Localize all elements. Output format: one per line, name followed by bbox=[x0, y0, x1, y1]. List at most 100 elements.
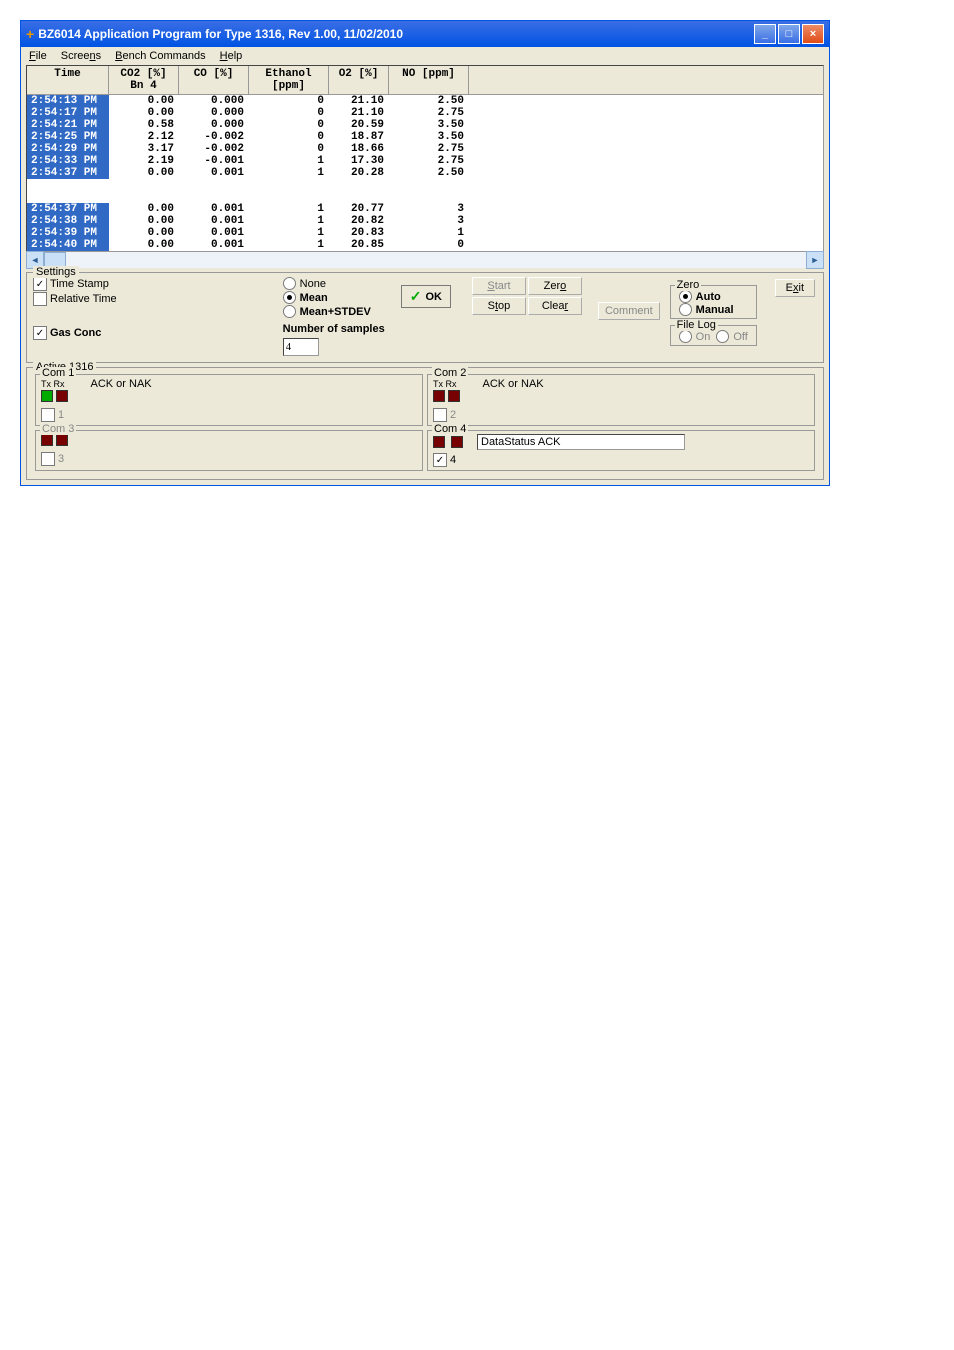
menu-file[interactable]: File bbox=[26, 49, 50, 63]
table-row: 2:54:40 PM0.000.001120.850 bbox=[27, 239, 823, 251]
radio-none[interactable] bbox=[283, 277, 296, 290]
cell-no: 2.75 bbox=[389, 155, 469, 167]
cell-eth: 1 bbox=[249, 215, 329, 227]
radio-on[interactable] bbox=[679, 330, 692, 343]
cell-time: 2:54:37 PM bbox=[27, 203, 109, 215]
com3-enable-checkbox[interactable] bbox=[41, 452, 55, 466]
cell-eth: 1 bbox=[249, 239, 329, 251]
stop-button[interactable]: Stop bbox=[472, 297, 526, 315]
cell-no: 2.50 bbox=[389, 95, 469, 107]
com3-rx-led bbox=[56, 434, 68, 446]
radio-auto[interactable] bbox=[679, 290, 692, 303]
col-no: NO [ppm] bbox=[389, 66, 469, 94]
cell-co: 0.001 bbox=[179, 167, 249, 179]
com1-enable-checkbox[interactable] bbox=[41, 408, 55, 422]
cell-time: 2:54:38 PM bbox=[27, 215, 109, 227]
cell-no: 2.50 bbox=[389, 167, 469, 179]
cell-o2: 18.87 bbox=[329, 131, 389, 143]
cell-co: 0.001 bbox=[179, 203, 249, 215]
com2-enable-checkbox[interactable] bbox=[433, 408, 447, 422]
cell-time: 2:54:13 PM bbox=[27, 95, 109, 107]
timestamp-checkbox[interactable] bbox=[33, 277, 47, 291]
cell-no: 1 bbox=[389, 227, 469, 239]
table-row: 2:54:21 PM0.580.000020.593.50 bbox=[27, 119, 823, 131]
titlebar: BZ6014 Application Program for Type 1316… bbox=[21, 21, 829, 47]
radio-off[interactable] bbox=[716, 330, 729, 343]
table-row: 2:54:37 PM0.000.001120.773 bbox=[27, 203, 823, 215]
cell-time: 2:54:21 PM bbox=[27, 119, 109, 131]
cell-eth: 0 bbox=[249, 131, 329, 143]
cell-o2: 20.77 bbox=[329, 203, 389, 215]
cell-eth: 0 bbox=[249, 95, 329, 107]
cell-no: 3.50 bbox=[389, 119, 469, 131]
table-row: 2:54:17 PM0.000.000021.102.75 bbox=[27, 107, 823, 119]
scroll-right-button[interactable]: ► bbox=[806, 251, 824, 269]
menu-bench[interactable]: Bench Commands bbox=[112, 49, 209, 63]
radio-mean[interactable] bbox=[283, 291, 296, 304]
window-title: BZ6014 Application Program for Type 1316… bbox=[38, 27, 403, 41]
menubar: File Screens Bench Commands Help bbox=[21, 47, 829, 65]
maximize-button[interactable]: □ bbox=[778, 24, 800, 44]
cell-co2: 3.17 bbox=[109, 143, 179, 155]
grid-header: Time CO2 [%]Bn 4 CO [%] Ethanol [ppm] O2… bbox=[27, 66, 823, 95]
com4-panel: Com 4 4 bbox=[427, 430, 815, 471]
cell-o2: 21.10 bbox=[329, 95, 389, 107]
reltime-label: Relative Time bbox=[50, 293, 117, 305]
cell-eth: 1 bbox=[249, 155, 329, 167]
cell-eth: 0 bbox=[249, 107, 329, 119]
cell-time: 2:54:17 PM bbox=[27, 107, 109, 119]
cell-no: 2.75 bbox=[389, 143, 469, 155]
ok-button[interactable]: OK bbox=[401, 285, 451, 308]
cell-co2: 0.00 bbox=[109, 203, 179, 215]
cell-co: 0.001 bbox=[179, 215, 249, 227]
active1316-panel: Active 1316 Com 1 Tx Rx ACK or NAK 1 Com… bbox=[26, 367, 824, 480]
zero-button[interactable]: Zero bbox=[528, 277, 582, 295]
table-row: 2:54:13 PM0.000.000021.102.50 bbox=[27, 95, 823, 107]
com3-tx-led bbox=[41, 434, 53, 446]
reltime-checkbox[interactable] bbox=[33, 292, 47, 306]
exit-button[interactable]: Exit bbox=[775, 279, 815, 297]
col-co2: CO2 [%]Bn 4 bbox=[109, 66, 179, 94]
cell-time: 2:54:39 PM bbox=[27, 227, 109, 239]
com2-panel: Com 2 Tx Rx ACK or NAK 2 bbox=[427, 374, 815, 426]
cell-eth: 1 bbox=[249, 203, 329, 215]
menu-help[interactable]: Help bbox=[217, 49, 246, 63]
table-row: 2:54:29 PM3.17-0.002018.662.75 bbox=[27, 143, 823, 155]
cell-co: 0.000 bbox=[179, 119, 249, 131]
table-row: 2:54:39 PM0.000.001120.831 bbox=[27, 227, 823, 239]
radio-meanstdev[interactable] bbox=[283, 305, 296, 318]
clear-button[interactable]: Clear bbox=[528, 297, 582, 315]
zero-group: Zero Auto Manual bbox=[670, 285, 757, 319]
com4-enable-checkbox[interactable] bbox=[433, 453, 447, 467]
settings-title: Settings bbox=[33, 266, 79, 278]
menu-screens[interactable]: Screens bbox=[58, 49, 104, 63]
data-grid: Time CO2 [%]Bn 4 CO [%] Ethanol [ppm] O2… bbox=[26, 65, 824, 252]
com4-datastatus[interactable] bbox=[477, 434, 685, 450]
table-row: 2:54:37 PM0.000.001120.282.50 bbox=[27, 167, 823, 179]
cell-time: 2:54:25 PM bbox=[27, 131, 109, 143]
gasconc-checkbox[interactable] bbox=[33, 326, 47, 340]
com1-ack: ACK or NAK bbox=[91, 378, 152, 390]
cell-time: 2:54:37 PM bbox=[27, 167, 109, 179]
minimize-button[interactable]: _ bbox=[754, 24, 776, 44]
col-time: Time bbox=[27, 66, 109, 94]
cell-time: 2:54:29 PM bbox=[27, 143, 109, 155]
cell-no: 3 bbox=[389, 215, 469, 227]
cell-no: 3 bbox=[389, 203, 469, 215]
cell-eth: 1 bbox=[249, 227, 329, 239]
comment-button[interactable]: Comment bbox=[598, 302, 660, 320]
close-button[interactable]: × bbox=[802, 24, 824, 44]
cell-co: 0.001 bbox=[179, 239, 249, 251]
cell-co: 0.000 bbox=[179, 107, 249, 119]
cell-o2: 20.59 bbox=[329, 119, 389, 131]
com3-panel: Com 3 3 bbox=[35, 430, 423, 471]
cell-co2: 0.00 bbox=[109, 215, 179, 227]
num-samples-input[interactable] bbox=[283, 338, 319, 356]
com1-rx-led bbox=[56, 390, 68, 402]
horizontal-scrollbar[interactable]: ◄ ► bbox=[26, 252, 824, 268]
cell-o2: 20.28 bbox=[329, 167, 389, 179]
settings-panel: Settings Exit Time Stamp Relative Time G… bbox=[26, 272, 824, 363]
radio-manual[interactable] bbox=[679, 303, 692, 316]
start-button[interactable]: Start bbox=[472, 277, 526, 295]
table-row: 2:54:38 PM0.000.001120.823 bbox=[27, 215, 823, 227]
